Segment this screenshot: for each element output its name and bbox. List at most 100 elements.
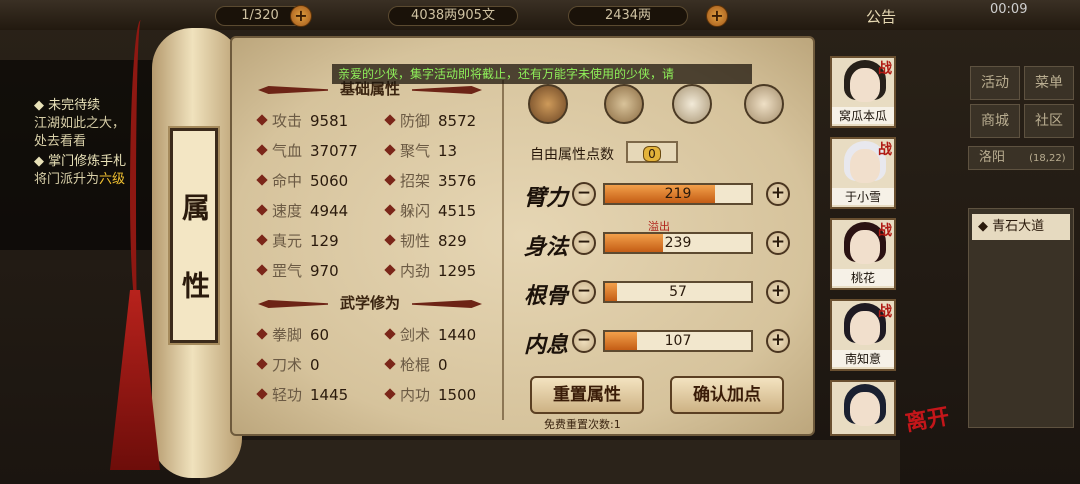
event-notice[interactable]: 亲爱的少侠，集字活动即将截止，还有万能字未使用的少侠，请 bbox=[332, 64, 752, 84]
stat-label: 气血 bbox=[272, 142, 303, 160]
stat-item: 气血 37077 bbox=[256, 140, 358, 161]
diamond-icon bbox=[384, 144, 396, 156]
stat-value: 13 bbox=[438, 142, 458, 160]
diamond-icon bbox=[256, 174, 268, 186]
confirm-points-button[interactable]: 确认加点 bbox=[670, 376, 784, 414]
stat-label: 招架 bbox=[400, 172, 431, 190]
stat-item: 命中 5060 bbox=[256, 170, 348, 191]
stat-item: 躲闪 4515 bbox=[384, 200, 477, 221]
battle-badge: 战 bbox=[878, 304, 892, 320]
quest-title-1[interactable]: ◆ 未完待续 bbox=[34, 94, 100, 113]
stat-item: 枪棍 0 bbox=[384, 354, 448, 375]
stat-item: 招架 3576 bbox=[384, 170, 477, 191]
stat-label: 枪棍 bbox=[400, 356, 431, 374]
menu-button[interactable]: 菜单 bbox=[1024, 66, 1074, 100]
location-label[interactable]: 洛阳 (18,22) bbox=[968, 146, 1074, 170]
minus-button[interactable]: − bbox=[572, 280, 596, 304]
diamond-icon bbox=[256, 114, 268, 126]
diamond-icon bbox=[384, 114, 396, 126]
top-bar bbox=[0, 0, 1080, 30]
stat-label: 真元 bbox=[272, 232, 303, 250]
overflow-label: 溢出 bbox=[648, 220, 670, 233]
attribute-bar: 57 bbox=[603, 281, 753, 303]
character-card[interactable]: 战窝瓜本瓜 bbox=[830, 56, 896, 128]
stat-item: 速度 4944 bbox=[256, 200, 348, 221]
activity-button[interactable]: 活动 bbox=[970, 66, 1020, 100]
mall-button[interactable]: 商城 bbox=[970, 104, 1020, 138]
minus-button[interactable]: − bbox=[572, 329, 596, 353]
minus-button[interactable]: − bbox=[572, 231, 596, 255]
stat-value: 970 bbox=[310, 262, 339, 280]
quest-text-3: 将门派升为六级 bbox=[34, 172, 126, 187]
stat-value: 1295 bbox=[438, 262, 477, 280]
diamond-icon bbox=[256, 144, 268, 156]
attribute-bar: 219 bbox=[603, 183, 753, 205]
scroll-book-icon[interactable] bbox=[604, 84, 644, 124]
stat-label: 攻击 bbox=[272, 112, 303, 130]
bag-plus-button[interactable]: + bbox=[290, 5, 312, 27]
stat-item: 剑术 1440 bbox=[384, 324, 477, 345]
stat-item: 内劲 1295 bbox=[384, 260, 477, 281]
character-name: 桃花 bbox=[832, 269, 894, 286]
stat-value: 4515 bbox=[438, 202, 477, 220]
stat-label: 罡气 bbox=[272, 262, 303, 280]
character-card[interactable]: 战桃花 bbox=[830, 218, 896, 290]
stat-value: 37077 bbox=[310, 142, 358, 160]
stat-value: 129 bbox=[310, 232, 339, 250]
stat-label: 拳脚 bbox=[272, 326, 303, 344]
stat-value: 1440 bbox=[438, 326, 477, 344]
stat-label: 速度 bbox=[272, 202, 303, 220]
plus-button[interactable]: + bbox=[766, 329, 790, 353]
path-item[interactable]: ◆ 青石大道 bbox=[972, 214, 1070, 240]
stat-item: 内功 1500 bbox=[384, 384, 477, 405]
character-card[interactable]: 战于小雪 bbox=[830, 137, 896, 209]
quest-text-1: 江湖如此之大， bbox=[34, 116, 126, 131]
stat-value: 9581 bbox=[310, 112, 349, 130]
diamond-icon bbox=[256, 234, 268, 246]
attribute-label: 身法 bbox=[524, 234, 569, 260]
announce-button[interactable]: 公告 bbox=[866, 6, 896, 27]
plus-button[interactable]: + bbox=[766, 182, 790, 206]
diamond-icon bbox=[384, 328, 396, 340]
plus-button[interactable]: + bbox=[766, 280, 790, 304]
clock: 00:09 bbox=[990, 2, 1028, 17]
attribute-label: 内息 bbox=[524, 332, 569, 358]
stat-label: 刀术 bbox=[272, 356, 303, 374]
plus-button[interactable]: + bbox=[766, 231, 790, 255]
stat-item: 攻击 9581 bbox=[256, 110, 349, 131]
free-points-value: 0 bbox=[643, 146, 661, 162]
stat-label: 命中 bbox=[272, 172, 303, 190]
diamond-icon bbox=[384, 388, 396, 400]
quest-text-2: 处去看看 bbox=[34, 134, 87, 149]
stat-value: 3576 bbox=[438, 172, 477, 190]
attribute-value: 239 bbox=[664, 235, 692, 251]
stat-item: 真元 129 bbox=[256, 230, 339, 251]
community-button[interactable]: 社区 bbox=[1024, 104, 1074, 138]
quest-title-2[interactable]: ◆ 掌门修炼手札 bbox=[34, 150, 126, 169]
minus-button[interactable]: − bbox=[572, 182, 596, 206]
stat-label: 韧性 bbox=[400, 232, 431, 250]
battle-badge: 战 bbox=[878, 223, 892, 239]
meridian-figure-icon[interactable] bbox=[744, 84, 784, 124]
panel-divider bbox=[502, 80, 504, 420]
stat-item: 聚气 13 bbox=[384, 140, 458, 161]
character-name: 南知意 bbox=[832, 350, 894, 367]
yinyang-icon[interactable] bbox=[672, 84, 712, 124]
attribute-bar: 239 bbox=[603, 232, 753, 254]
stat-value: 1445 bbox=[310, 386, 349, 404]
reset-attributes-button[interactable]: 重置属性 bbox=[530, 376, 644, 414]
character-face bbox=[850, 149, 880, 183]
diamond-icon bbox=[256, 358, 268, 370]
diamond-icon bbox=[384, 358, 396, 370]
attribute-value: 219 bbox=[664, 186, 692, 202]
battle-badge: 战 bbox=[878, 61, 892, 77]
attribute-label: 根骨 bbox=[524, 283, 569, 309]
diamond-icon bbox=[256, 204, 268, 216]
helmet-icon[interactable] bbox=[528, 84, 568, 124]
character-card[interactable] bbox=[830, 380, 896, 436]
character-card[interactable]: 战南知意 bbox=[830, 299, 896, 371]
stat-item: 刀术 0 bbox=[256, 354, 320, 375]
gold-plus-button[interactable]: + bbox=[706, 5, 728, 27]
character-face bbox=[850, 311, 880, 345]
stat-value: 1500 bbox=[438, 386, 477, 404]
